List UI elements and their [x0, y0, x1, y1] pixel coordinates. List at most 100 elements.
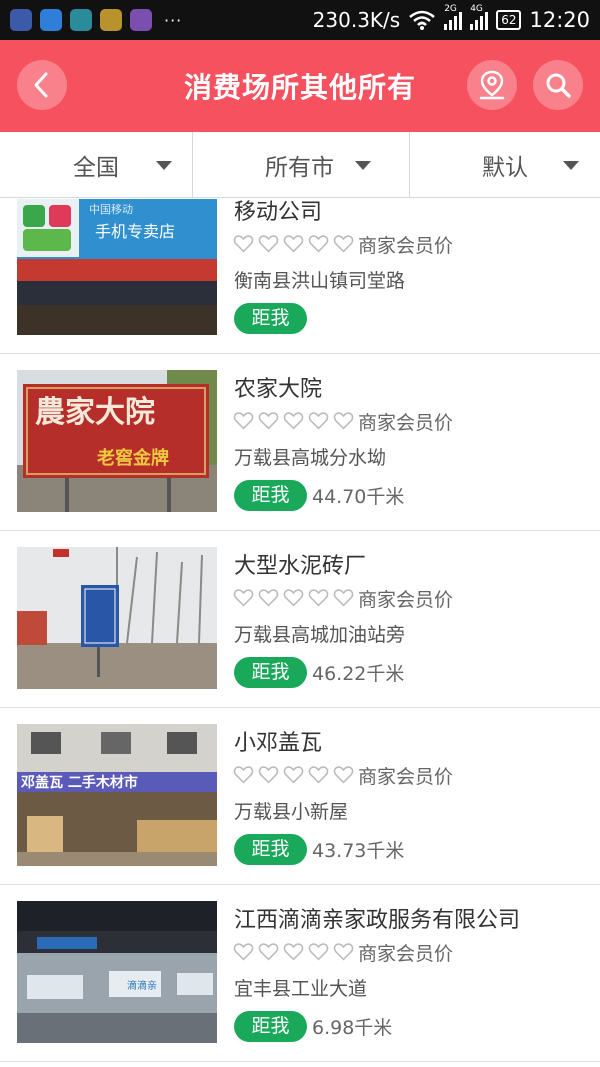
- back-button[interactable]: [17, 60, 67, 110]
- search-button[interactable]: [533, 60, 583, 110]
- heart-outline-icon: [283, 412, 304, 430]
- merchant-name: 移动公司: [234, 200, 323, 225]
- network-type-label: 2G: [444, 4, 457, 14]
- rating-hearts: [233, 941, 354, 962]
- merchant-name: 农家大院: [234, 377, 323, 402]
- list-item[interactable]: 中国移动 手机专卖店 移动公司 商家会员价 衡南县洪山镇司堂路 距我: [0, 199, 600, 354]
- distance-badge: 距我: [234, 657, 307, 688]
- region-filter-dropdown[interactable]: 全国: [0, 132, 193, 198]
- heart-outline-icon: [283, 766, 304, 784]
- merchant-photo: 農家大院 老窖金牌: [17, 370, 217, 512]
- merchant-name: 江西滴滴亲家政服务有限公司: [234, 908, 521, 933]
- location-button[interactable]: [467, 60, 517, 110]
- sign-text: 老窖金牌: [97, 447, 169, 469]
- heart-outline-icon: [258, 589, 279, 607]
- member-price-label: 商家会员价: [358, 589, 454, 611]
- heart-outline-icon: [233, 943, 254, 961]
- rating-hearts: [233, 587, 354, 608]
- network-speed: 230.3K/s: [312, 8, 401, 32]
- merchant-photo: [17, 547, 217, 689]
- member-price-label: 商家会员价: [358, 235, 454, 257]
- city-filter-dropdown[interactable]: 所有市: [193, 132, 410, 198]
- heart-outline-icon: [283, 235, 304, 253]
- heart-outline-icon: [333, 235, 354, 253]
- merchant-photo: 中国移动 手机专卖店: [17, 199, 217, 335]
- distance-badge: 距我: [234, 1011, 307, 1042]
- sign-text: 邓盖瓦 二手木材市: [20, 774, 138, 791]
- heart-outline-icon: [258, 766, 279, 784]
- distance-value: 6.98千米: [312, 1017, 393, 1039]
- merchant-photo: 邓盖瓦 二手木材市: [17, 724, 217, 866]
- merchant-photo: 滴滴亲: [17, 901, 217, 1043]
- sign-text: 農家大院: [35, 395, 155, 430]
- caret-down-icon: [156, 161, 172, 170]
- heart-outline-icon: [308, 589, 329, 607]
- notification-icons: ···: [10, 9, 182, 31]
- network-type-label: 4G: [470, 4, 483, 14]
- rating-hearts: [233, 233, 354, 254]
- distance-value: 44.70千米: [312, 486, 405, 508]
- heart-outline-icon: [283, 943, 304, 961]
- sign-text: 中国移动: [89, 203, 133, 216]
- signal-4g-icon: 4G: [470, 4, 489, 30]
- heart-outline-icon: [258, 943, 279, 961]
- rating-hearts: [233, 764, 354, 785]
- heart-outline-icon: [258, 235, 279, 253]
- distance-value: 43.73千米: [312, 840, 405, 862]
- distance-badge: 距我: [234, 480, 307, 511]
- list-item[interactable]: 大型水泥砖厂 商家会员价 万载县高城加油站旁 距我 46.22千米: [0, 531, 600, 708]
- filter-label: 默认: [482, 155, 528, 181]
- heart-outline-icon: [333, 943, 354, 961]
- battery-icon: 62: [496, 10, 522, 30]
- member-price-label: 商家会员价: [358, 766, 454, 788]
- heart-outline-icon: [333, 412, 354, 430]
- app-header: 消费场所其他所有: [0, 40, 600, 132]
- heart-outline-icon: [233, 235, 254, 253]
- coin-app-icon: [100, 9, 122, 31]
- merchant-name: 大型水泥砖厂: [234, 554, 367, 579]
- heart-outline-icon: [233, 412, 254, 430]
- merchant-address: 宜丰县工业大道: [234, 978, 368, 1000]
- member-price-label: 商家会员价: [358, 943, 454, 965]
- filter-label: 所有市: [265, 155, 334, 181]
- signal-2g-icon: 2G: [444, 4, 463, 30]
- clock: 12:20: [529, 8, 590, 32]
- rating-hearts: [233, 410, 354, 431]
- wifi-icon: [409, 10, 435, 30]
- list-item[interactable]: 滴滴亲 江西滴滴亲家政服务有限公司 商家会员价 宜丰县工业大道 距我 6.98千…: [0, 885, 600, 1062]
- merchant-name: 小邓盖瓦: [234, 731, 323, 756]
- merchant-address: 万载县高城分水坳: [234, 447, 387, 469]
- gallery-app-icon: [130, 9, 152, 31]
- merchant-list[interactable]: 中国移动 手机专卖店 移动公司 商家会员价 衡南县洪山镇司堂路 距我 農家大院 …: [0, 199, 600, 1067]
- heart-outline-icon: [308, 235, 329, 253]
- distance-badge: 距我: [234, 303, 307, 334]
- status-bar: ··· 230.3K/s 2G 4G 62 12:20: [0, 0, 600, 40]
- caret-down-icon: [563, 161, 579, 170]
- heart-outline-icon: [333, 589, 354, 607]
- chevron-left-icon: [34, 72, 48, 98]
- filter-label: 全国: [73, 155, 119, 181]
- map-pin-icon: [479, 70, 505, 100]
- app-notification-icon: [10, 9, 32, 31]
- heart-outline-icon: [308, 412, 329, 430]
- page-title: 消费场所其他所有: [183, 71, 416, 104]
- sort-filter-dropdown[interactable]: 默认: [410, 132, 600, 198]
- sign-text: 滴滴亲: [127, 979, 157, 992]
- sign-text: 手机专卖店: [95, 222, 175, 241]
- heart-outline-icon: [283, 589, 304, 607]
- search-icon: [546, 73, 571, 98]
- location-app-icon: [40, 9, 62, 31]
- distance-badge: 距我: [234, 834, 307, 865]
- caret-down-icon: [355, 161, 371, 170]
- heart-outline-icon: [333, 766, 354, 784]
- list-item[interactable]: 農家大院 老窖金牌 农家大院 商家会员价 万载县高城分水坳 距我 44.70千米: [0, 354, 600, 531]
- member-price-label: 商家会员价: [358, 412, 454, 434]
- heart-outline-icon: [233, 589, 254, 607]
- distance-value: 46.22千米: [312, 663, 405, 685]
- merchant-address: 衡南县洪山镇司堂路: [234, 270, 406, 292]
- list-item[interactable]: 邓盖瓦 二手木材市 小邓盖瓦 商家会员价 万载县小新屋 距我 43.73千米: [0, 708, 600, 885]
- heart-outline-icon: [308, 943, 329, 961]
- heart-outline-icon: [308, 766, 329, 784]
- heart-outline-icon: [258, 412, 279, 430]
- merchant-address: 万载县高城加油站旁: [234, 624, 406, 646]
